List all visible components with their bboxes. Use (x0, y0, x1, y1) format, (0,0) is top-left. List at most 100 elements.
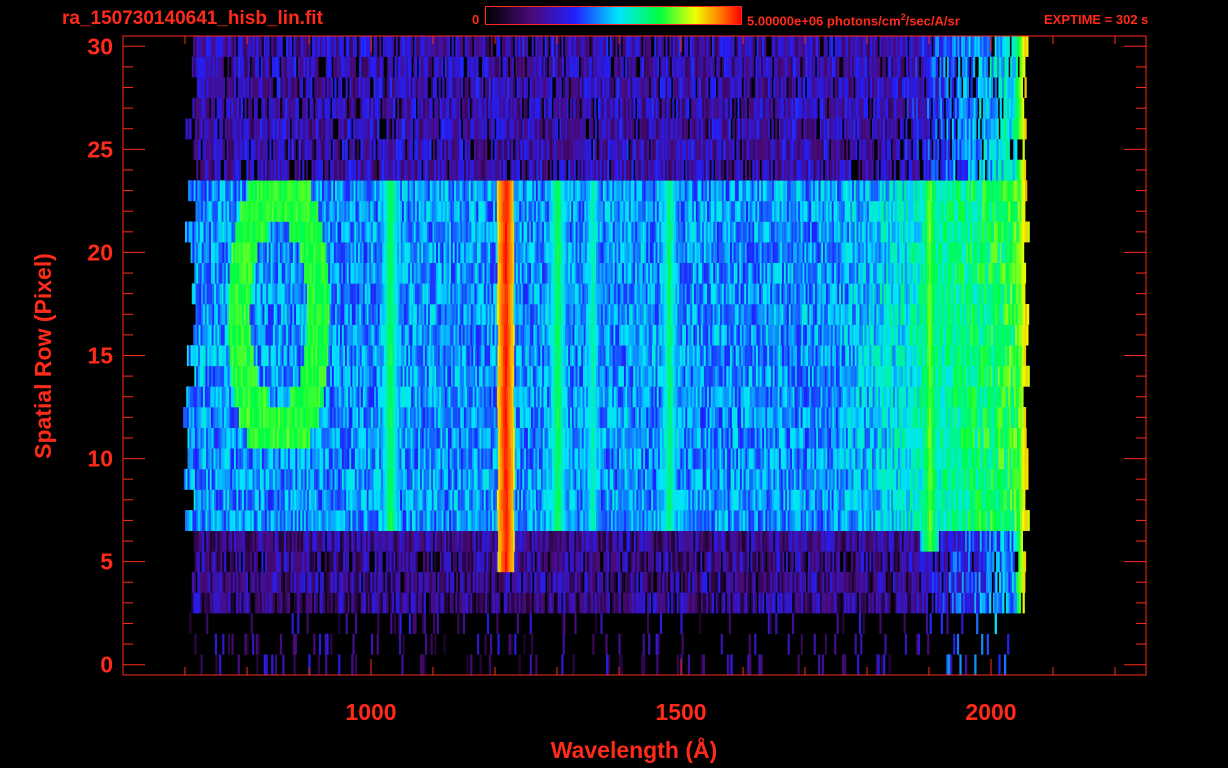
heatmap-cell (707, 489, 710, 511)
heatmap-cell (358, 427, 361, 449)
heatmap-cell (263, 510, 266, 531)
heatmap-cell (479, 468, 482, 490)
heatmap-cell (833, 489, 836, 511)
heatmap-cell (507, 448, 510, 470)
heatmap-cell (854, 510, 857, 531)
heatmap-cell (749, 427, 752, 449)
heatmap-cell (473, 427, 477, 449)
heatmap-cell (483, 468, 486, 490)
heatmap-cell (551, 407, 554, 428)
heatmap-cell (606, 571, 609, 593)
heatmap-cell (504, 407, 508, 428)
heatmap-cell (343, 592, 346, 614)
heatmap-cell (865, 571, 868, 593)
heatmap-cell (189, 468, 192, 490)
heatmap-cell (1007, 407, 1010, 428)
heatmap-cell (992, 407, 995, 428)
heatmap-cell (743, 510, 746, 531)
heatmap-cell (862, 613, 865, 635)
heatmap-cell (740, 571, 743, 593)
heatmap-cell (558, 571, 561, 593)
heatmap-cell (278, 592, 281, 614)
heatmap-cell (325, 427, 328, 449)
heatmap-cell (662, 571, 665, 593)
heatmap-cell (622, 510, 625, 531)
heatmap-cell (618, 551, 621, 573)
heatmap-cell (200, 448, 203, 470)
heatmap-cell (530, 489, 533, 511)
heatmap-cell (423, 427, 426, 449)
heatmap-cell (836, 448, 839, 470)
heatmap-cell (576, 489, 579, 511)
heatmap-cell (985, 468, 988, 490)
heatmap-cell (409, 489, 412, 511)
heatmap-cell (973, 489, 976, 511)
heatmap-cell (508, 510, 511, 531)
heatmap-cell (800, 633, 803, 655)
heatmap-cell (682, 592, 685, 614)
heatmap-cell (399, 468, 402, 490)
heatmap-cell (1004, 427, 1007, 449)
heatmap-cell (338, 530, 341, 552)
heatmap-cell (750, 551, 753, 573)
heatmap-cell (609, 530, 612, 552)
heatmap-cell (805, 489, 808, 511)
heatmap-cell (870, 530, 873, 552)
heatmap-cell (823, 592, 826, 614)
heatmap-cell (793, 448, 796, 470)
heatmap-cell (628, 530, 631, 552)
heatmap-cell (418, 386, 421, 408)
heatmap-cell (260, 448, 263, 470)
heatmap-cell (675, 489, 678, 511)
heatmap-cell (287, 468, 291, 490)
heatmap-cell (219, 448, 222, 470)
heatmap-cell (715, 551, 718, 573)
heatmap-cell (349, 448, 352, 470)
heatmap-cell (827, 386, 831, 408)
heatmap-cell (349, 530, 352, 552)
heatmap-cell (228, 427, 231, 449)
heatmap-cell (409, 571, 412, 593)
heatmap-cell (352, 633, 355, 655)
heatmap-cell (467, 510, 470, 531)
heatmap-cell (696, 510, 699, 531)
heatmap-cell (576, 427, 579, 449)
heatmap-cell (411, 386, 414, 408)
heatmap-cell (505, 468, 508, 490)
heatmap-cell (694, 551, 697, 573)
heatmap-cell (882, 510, 885, 531)
heatmap-cell (920, 427, 923, 449)
heatmap-cell (592, 510, 595, 531)
heatmap-cell (557, 592, 560, 614)
heatmap-cell (808, 551, 811, 573)
heatmap-cell (721, 386, 725, 408)
heatmap-cell (446, 571, 449, 593)
heatmap-cell (858, 510, 861, 531)
heatmap-cell (862, 510, 865, 531)
heatmap-cell (597, 571, 600, 593)
heatmap-cell (573, 551, 576, 573)
heatmap-cell (493, 489, 496, 511)
heatmap-cell (470, 489, 473, 511)
heatmap-cell (945, 407, 948, 428)
heatmap-cell (992, 510, 995, 531)
heatmap-cell (243, 386, 247, 408)
heatmap-cell (581, 592, 584, 614)
heatmap-cell (542, 448, 545, 470)
heatmap-cell (464, 448, 467, 470)
heatmap-cell (684, 448, 687, 470)
heatmap-cell (591, 571, 594, 593)
heatmap-cell (384, 448, 387, 470)
heatmap-cell (473, 551, 476, 573)
heatmap-cell (584, 510, 588, 531)
heatmap-cell (635, 407, 638, 428)
heatmap-cell (483, 489, 486, 511)
heatmap-cell (315, 592, 318, 614)
heatmap-cell (393, 510, 396, 531)
heatmap-cell (607, 592, 610, 614)
heatmap-cell (648, 592, 651, 614)
heatmap-cell (558, 386, 561, 408)
heatmap-cell (585, 592, 588, 614)
heatmap-cell (824, 489, 827, 511)
heatmap-cell (728, 592, 731, 614)
